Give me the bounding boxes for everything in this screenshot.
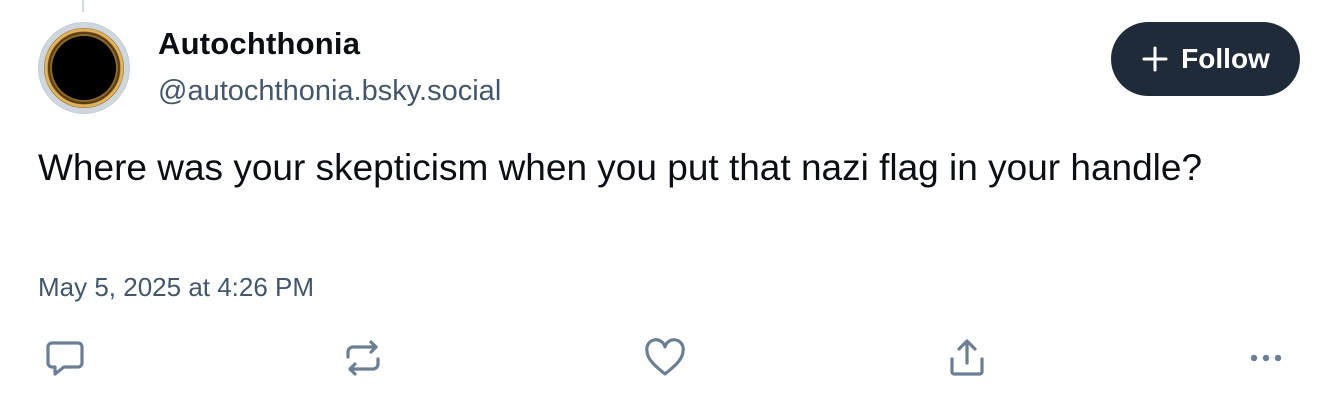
repost-icon xyxy=(346,340,380,376)
share-button[interactable] xyxy=(944,335,990,381)
heart-icon xyxy=(645,338,685,376)
plus-icon xyxy=(1142,46,1168,72)
repost-button[interactable] xyxy=(340,335,386,381)
more-dots-icon xyxy=(1250,354,1282,362)
speech-bubble-icon xyxy=(46,341,84,376)
author-display-name[interactable]: Autochthonia xyxy=(158,26,360,62)
share-icon xyxy=(950,339,984,376)
avatar[interactable] xyxy=(38,22,130,114)
author-handle[interactable]: @autochthonia.bsky.social xyxy=(158,75,501,108)
ring-avatar-icon xyxy=(44,28,124,108)
more-options-button[interactable] xyxy=(1243,335,1289,381)
reply-button[interactable] xyxy=(42,335,88,381)
thread-connector-line xyxy=(82,0,84,12)
post-timestamp[interactable]: May 5, 2025 at 4:26 PM xyxy=(38,272,314,303)
post-text: Where was your skepticism when you put t… xyxy=(38,147,1203,188)
like-button[interactable] xyxy=(642,335,688,381)
follow-button[interactable]: Follow xyxy=(1111,22,1300,96)
follow-button-label: Follow xyxy=(1181,43,1270,74)
